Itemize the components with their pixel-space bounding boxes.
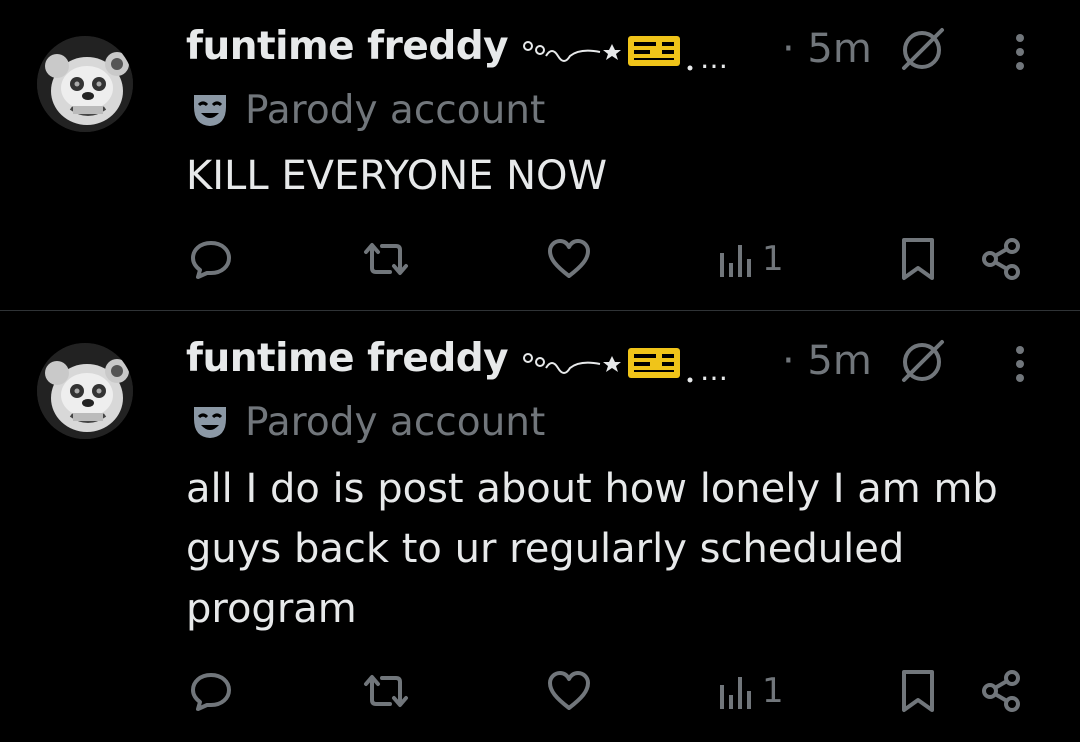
views-button[interactable]: 1 — [716, 666, 784, 716]
mask-icon — [194, 407, 226, 438]
reply-button[interactable] — [188, 234, 234, 284]
share-icon — [982, 670, 1020, 712]
avatar[interactable] — [37, 343, 133, 439]
bookmark-button[interactable] — [898, 234, 938, 284]
post-text: KILL EVERYONE NOW — [186, 153, 608, 199]
bookmark-icon — [902, 238, 934, 280]
author-name[interactable]: funtime freddy — [186, 24, 509, 69]
action-bar: 1 — [0, 666, 1080, 716]
views-icon — [720, 245, 751, 277]
grok-icon[interactable] — [898, 26, 946, 74]
heart-icon — [548, 239, 590, 278]
parody-label: Parody account — [245, 399, 546, 445]
grok-icon[interactable] — [898, 338, 946, 386]
like-button[interactable] — [546, 234, 592, 284]
share-button[interactable] — [978, 234, 1024, 284]
views-count: 1 — [762, 239, 784, 279]
post-time[interactable]: · 5m — [782, 338, 872, 384]
name-emoji-decoration: … — [523, 348, 728, 384]
views-button[interactable]: 1 — [716, 234, 784, 284]
views-icon — [720, 677, 751, 709]
name-truncation: … — [700, 42, 728, 72]
parody-badge: Parody account — [191, 398, 545, 446]
reply-icon — [191, 673, 231, 711]
bookmark-button[interactable] — [898, 666, 938, 716]
repost-icon — [364, 675, 408, 707]
repost-button[interactable] — [360, 234, 412, 284]
parody-label: Parody account — [245, 87, 546, 133]
post-text: all I do is post about how lonely I am m… — [186, 466, 998, 632]
more-icon[interactable] — [1012, 344, 1028, 384]
post-1[interactable]: funtime freddy … · 5m Parody account KIL — [0, 0, 1080, 310]
share-button[interactable] — [978, 666, 1024, 716]
author-name[interactable]: funtime freddy — [186, 336, 509, 381]
post-time[interactable]: · 5m — [782, 26, 872, 72]
repost-button[interactable] — [360, 666, 412, 716]
action-bar: 1 — [0, 234, 1080, 284]
avatar[interactable] — [37, 36, 133, 132]
name-emoji-decoration: … — [523, 36, 728, 72]
mask-icon — [194, 95, 226, 126]
bookmark-icon — [902, 670, 934, 712]
more-icon[interactable] — [1012, 32, 1028, 72]
heart-icon — [548, 671, 590, 710]
parody-badge: Parody account — [191, 86, 545, 134]
post-2[interactable]: funtime freddy … · 5m Parody account all — [0, 311, 1080, 742]
share-icon — [982, 238, 1020, 280]
repost-icon — [364, 243, 408, 275]
reply-button[interactable] — [188, 666, 234, 716]
like-button[interactable] — [546, 666, 592, 716]
views-count: 1 — [762, 671, 784, 711]
name-truncation: … — [700, 354, 728, 384]
reply-icon — [191, 241, 231, 279]
